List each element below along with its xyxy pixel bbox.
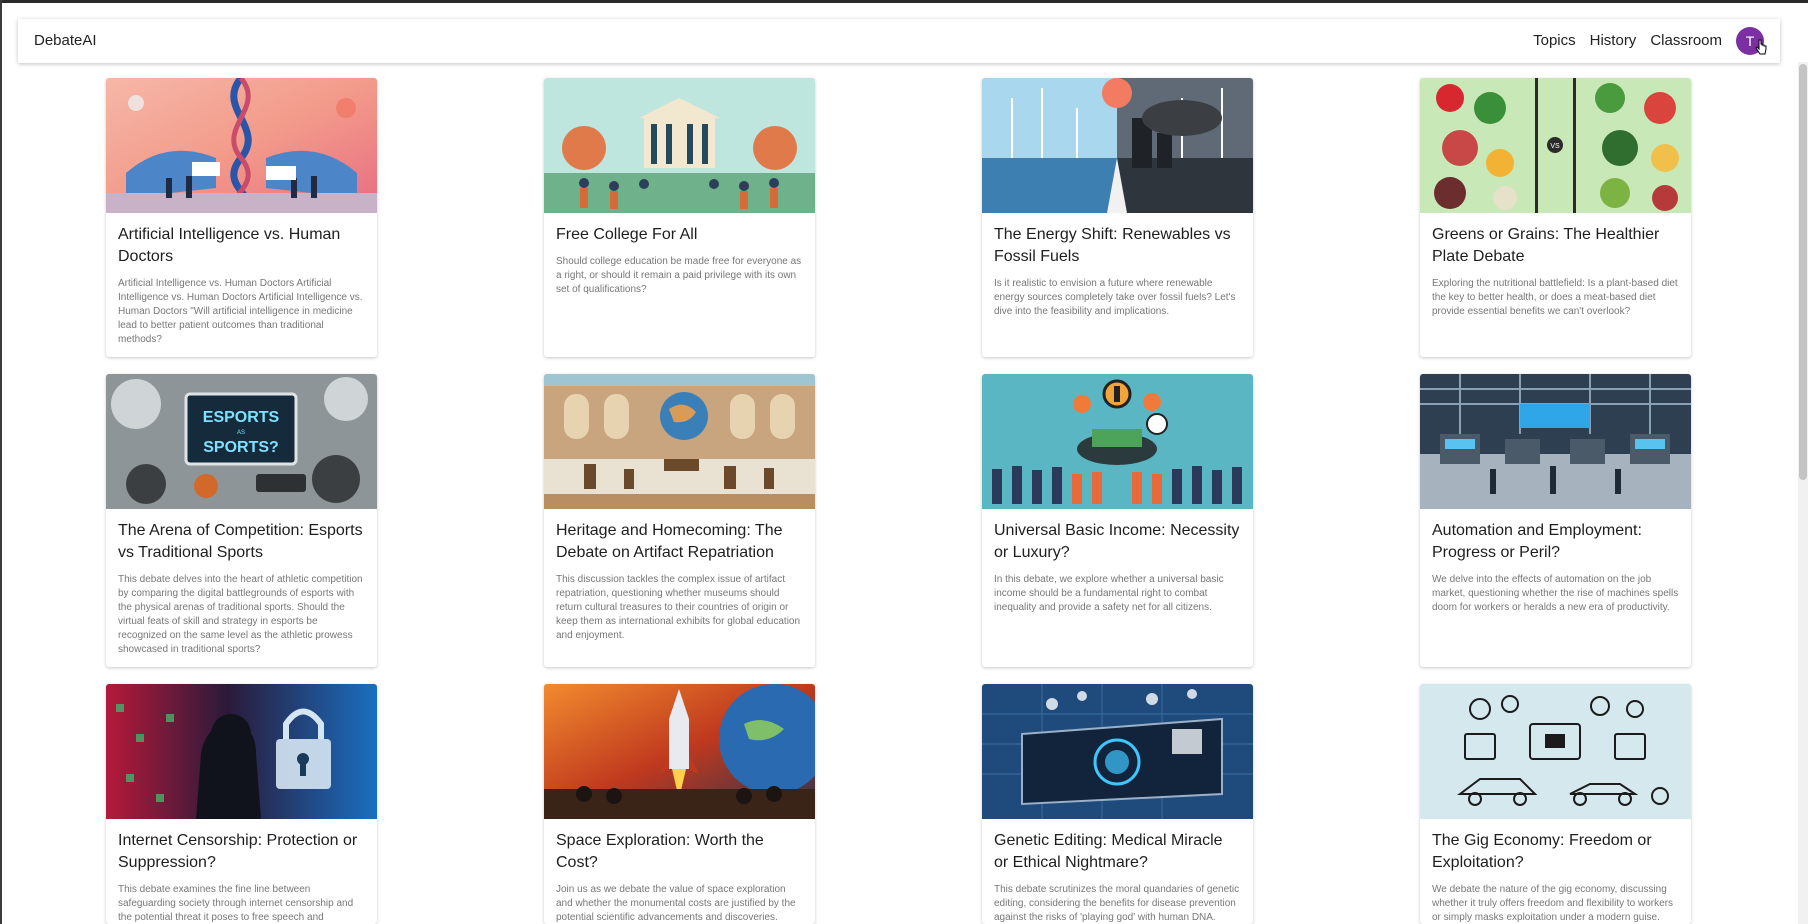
topic-card[interactable]: The Energy Shift: Renewables vs Fossil F… [982, 78, 1253, 357]
topic-card[interactable]: The Gig Economy: Freedom or Exploitation… [1420, 684, 1691, 924]
topic-description: Should college education be made free fo… [556, 256, 802, 295]
topic-description: In this debate, we explore whether a uni… [994, 574, 1224, 613]
topic-title: Universal Basic Income: Necessity or Lux… [994, 522, 1240, 561]
brand-logo-text[interactable]: DebateAI [34, 32, 97, 49]
topic-description: Is it realistic to envision a future whe… [994, 278, 1236, 317]
topic-description: Join us as we debate the value of space … [556, 884, 796, 923]
topic-description: We delve into the effects of automation … [1432, 574, 1679, 613]
topic-description: This discussion tackles the complex issu… [556, 574, 801, 641]
topic-card[interactable]: Artificial Intelligence vs. Human Doctor… [106, 78, 377, 357]
topic-card[interactable]: Free College For All Should college educ… [544, 78, 815, 357]
page-scrollbar-thumb[interactable] [1799, 64, 1807, 480]
topic-card[interactable]: VS Greens or Grains: The Healthier Plate… [1420, 78, 1691, 357]
topic-image-free-college [544, 78, 815, 213]
topic-card[interactable]: ESPORTS AS SPORTS? The Arena of Competit… [106, 374, 377, 667]
hand-pointer-cursor-icon [1755, 39, 1767, 55]
image-sports-text: SPORTS? [203, 439, 279, 456]
topic-title: The Gig Economy: Freedom or Exploitation… [1432, 832, 1652, 871]
topic-image-space [544, 684, 815, 819]
topic-image-ubi [982, 374, 1253, 509]
topic-image-esports: ESPORTS AS SPORTS? [106, 374, 377, 509]
topic-image-artifact [544, 374, 815, 509]
topic-title: The Energy Shift: Renewables vs Fossil F… [994, 226, 1231, 265]
topic-title: Space Exploration: Worth the Cost? [556, 832, 764, 871]
topic-description: Exploring the nutritional battlefield: I… [1432, 278, 1678, 317]
topic-title: Free College For All [556, 226, 698, 243]
window-left-edge [0, 0, 2, 924]
topic-image-gig-economy [1420, 684, 1691, 819]
image-as-text: AS [237, 430, 245, 436]
topic-title: Artificial Intelligence vs. Human Doctor… [118, 226, 341, 265]
topic-card[interactable]: Space Exploration: Worth the Cost? Join … [544, 684, 815, 924]
topic-title: Greens or Grains: The Healthier Plate De… [1432, 226, 1660, 265]
topic-image-energy [982, 78, 1253, 213]
nav-classroom-link[interactable]: Classroom [1650, 32, 1722, 49]
app-bar: DebateAI Topics History Classroom T [18, 19, 1780, 63]
nav-history-link[interactable]: History [1590, 32, 1637, 49]
topic-description: Artificial Intelligence vs. Human Doctor… [118, 278, 363, 345]
topic-card[interactable]: Universal Basic Income: Necessity or Lux… [982, 374, 1253, 667]
main-nav: Topics History Classroom [1533, 32, 1722, 49]
topic-card[interactable]: Automation and Employment: Progress or P… [1420, 374, 1691, 667]
topic-image-greens-grains: VS [1420, 78, 1691, 213]
avatar-initial: T [1745, 33, 1755, 49]
topic-description: This debate examines the fine line betwe… [118, 884, 354, 923]
nav-topics-link[interactable]: Topics [1533, 32, 1576, 49]
topic-title: Internet Censorship: Protection or Suppr… [118, 832, 358, 871]
topic-title: Heritage and Homecoming: The Debate on A… [556, 522, 783, 561]
topic-image-automation [1420, 374, 1691, 509]
topic-title: Genetic Editing: Medical Miracle or Ethi… [994, 832, 1223, 871]
image-esports-text: ESPORTS [203, 409, 280, 426]
topic-card[interactable]: Genetic Editing: Medical Miracle or Ethi… [982, 684, 1253, 924]
topic-image-genetic [982, 684, 1253, 819]
topic-title: The Arena of Competition: Esports vs Tra… [118, 522, 363, 561]
topic-image-ai-doctors [106, 78, 377, 213]
image-vs-text: VS [1550, 143, 1560, 150]
topic-card[interactable]: Heritage and Homecoming: The Debate on A… [544, 374, 815, 667]
topic-description: This debate scrutinizes the moral quanda… [994, 884, 1240, 923]
topic-title: Automation and Employment: Progress or P… [1432, 522, 1642, 561]
topic-card[interactable]: Internet Censorship: Protection or Suppr… [106, 684, 377, 924]
window-top-edge [0, 0, 1808, 3]
topic-description: This debate delves into the heart of ath… [118, 574, 363, 655]
topics-grid: Artificial Intelligence vs. Human Doctor… [106, 78, 1692, 924]
topic-description: We debate the nature of the gig economy,… [1432, 884, 1674, 923]
topic-image-censorship [106, 684, 377, 819]
